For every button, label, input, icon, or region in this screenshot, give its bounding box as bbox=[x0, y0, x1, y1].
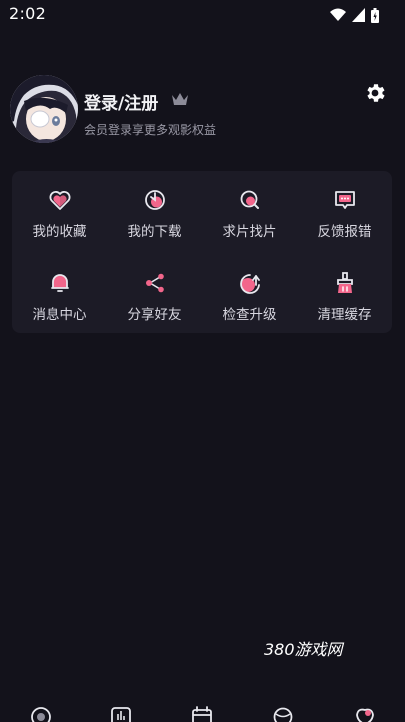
watermark: 380游戏网 bbox=[264, 636, 343, 660]
heart-icon bbox=[48, 188, 72, 212]
menu-item-feedback[interactable]: 反馈报错 bbox=[297, 171, 392, 241]
signal-icon bbox=[352, 8, 365, 22]
search-film-icon bbox=[238, 188, 262, 212]
anime-avatar-icon bbox=[10, 75, 78, 143]
menu-label: 我的下载 bbox=[107, 220, 202, 240]
menu-item-request-film[interactable]: 求片找片 bbox=[202, 171, 297, 241]
wifi-icon bbox=[330, 8, 346, 22]
download-icon bbox=[143, 188, 167, 212]
login-register-link[interactable]: 登录/注册 bbox=[84, 89, 158, 114]
menu-label: 我的收藏 bbox=[12, 220, 107, 240]
feedback-icon bbox=[333, 188, 357, 212]
status-time: 2:02 bbox=[9, 4, 46, 23]
menu-item-clear-cache[interactable]: 清理缓存 bbox=[297, 254, 392, 324]
menu-item-messages[interactable]: 消息中心 bbox=[12, 254, 107, 324]
menu-label: 反馈报错 bbox=[297, 220, 392, 240]
menu-item-upgrade[interactable]: 检查升级 bbox=[202, 254, 297, 324]
menu-label: 消息中心 bbox=[12, 303, 107, 323]
menu-label: 分享好友 bbox=[107, 303, 202, 323]
battery-icon bbox=[371, 8, 379, 23]
clean-icon bbox=[333, 271, 357, 295]
menu-item-downloads[interactable]: 我的下载 bbox=[107, 171, 202, 241]
menu-label: 清理缓存 bbox=[297, 303, 392, 323]
menu-card: 我的收藏 我的下载 求片找片 反馈报错 bbox=[12, 171, 392, 333]
gear-icon[interactable] bbox=[363, 81, 387, 105]
status-bar: 2:02 bbox=[0, 0, 405, 30]
status-icons bbox=[330, 5, 379, 25]
menu-item-favorites[interactable]: 我的收藏 bbox=[12, 171, 107, 241]
avatar[interactable] bbox=[10, 75, 78, 143]
menu-item-share[interactable]: 分享好友 bbox=[107, 254, 202, 324]
upgrade-icon bbox=[238, 271, 262, 295]
member-subtitle: 会员登录享更多观影权益 bbox=[84, 121, 216, 138]
share-icon bbox=[143, 271, 167, 295]
menu-label: 求片找片 bbox=[202, 220, 297, 240]
crown-icon bbox=[170, 90, 190, 108]
bottom-nav bbox=[0, 700, 405, 720]
menu-label: 检查升级 bbox=[202, 303, 297, 323]
bell-icon bbox=[48, 271, 72, 295]
profile-header: 登录/注册 会员登录享更多观影权益 bbox=[10, 75, 395, 147]
